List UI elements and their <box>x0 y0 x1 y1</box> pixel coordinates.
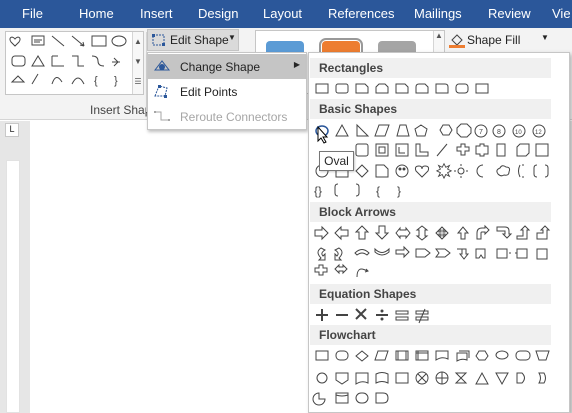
tab-mailings[interactable]: Mailings <box>414 0 462 28</box>
reroute-connectors-icon <box>154 111 170 121</box>
shapes-gallery-icons: { } <box>9 35 127 87</box>
tab-file[interactable]: File <box>22 0 43 28</box>
document-page[interactable] <box>30 121 310 413</box>
tab-home[interactable]: Home <box>79 0 114 28</box>
ribbon-tab-bar: File Home Insert Design Layout Reference… <box>0 0 572 28</box>
svg-text:10: 10 <box>515 130 522 136</box>
oval-tooltip: Oval <box>319 151 354 171</box>
vertical-ruler <box>6 160 20 413</box>
gallery-scrollbar[interactable]: ▲ ▼ ☰ <box>132 32 143 94</box>
edit-shape-button[interactable]: Edit Shape ▼ <box>147 29 239 51</box>
equation-shapes[interactable] <box>316 308 429 324</box>
tab-insert[interactable]: Insert <box>140 0 173 28</box>
menu-item-edit-points[interactable]: Edit Points <box>148 79 306 104</box>
menu-item-change-shape[interactable]: Change Shape ▶ <box>148 54 306 79</box>
block-arrow-shapes[interactable] <box>314 224 551 278</box>
svg-text:}: } <box>397 184 401 198</box>
edit-shape-menu: Change Shape ▶ Edit Points Reroute Conne… <box>147 52 307 130</box>
ruler-tab-selector[interactable]: L <box>5 123 19 137</box>
svg-text:{}: {} <box>314 184 322 198</box>
menu-item-reroute-connectors: Reroute Connectors <box>148 104 306 129</box>
scroll-down-icon[interactable]: ▼ <box>133 52 143 72</box>
edit-points-icon <box>154 85 168 98</box>
tab-references[interactable]: References <box>328 0 394 28</box>
dropdown-arrow-icon: ▼ <box>541 33 549 42</box>
insert-shapes-group-label: Insert Shap <box>90 103 152 117</box>
submenu-arrow-icon: ▶ <box>293 60 300 69</box>
edit-shape-label: Edit Shape <box>170 33 229 47</box>
scroll-up-icon[interactable]: ▲ <box>133 32 143 52</box>
rectangle-shapes[interactable] <box>315 83 489 94</box>
svg-text:12: 12 <box>535 130 542 136</box>
reroute-connectors-label: Reroute Connectors <box>180 110 288 124</box>
svg-text:}: } <box>114 75 118 87</box>
shape-fill-label: Shape Fill <box>467 33 521 47</box>
change-shape-panel: Rectangles Basic Shapes Block Arrows Equ… <box>308 52 570 413</box>
dropdown-arrow-icon: ▼ <box>228 33 236 42</box>
mouse-pointer-icon <box>317 126 329 144</box>
svg-text:8: 8 <box>497 129 501 136</box>
insert-shapes-gallery[interactable]: { } ▲ ▼ ☰ <box>5 31 144 95</box>
svg-text:{: { <box>376 184 380 198</box>
tab-design[interactable]: Design <box>198 0 238 28</box>
change-shape-icon <box>153 60 171 71</box>
shape-grid[interactable]: 7 8 10 12 {} { } <box>309 53 569 412</box>
svg-text:{: { <box>94 75 98 87</box>
tab-review[interactable]: Review <box>488 0 531 28</box>
flowchart-shapes[interactable] <box>312 350 550 406</box>
tab-view[interactable]: Vie <box>552 0 571 28</box>
change-shape-label: Change Shape <box>180 60 261 74</box>
paint-bucket-icon <box>449 34 465 48</box>
edit-shape-icon <box>152 34 165 46</box>
tab-layout[interactable]: Layout <box>263 0 302 28</box>
more-icon[interactable]: ☰ <box>133 72 143 92</box>
svg-text:7: 7 <box>479 129 483 136</box>
edit-points-label: Edit Points <box>180 85 238 99</box>
